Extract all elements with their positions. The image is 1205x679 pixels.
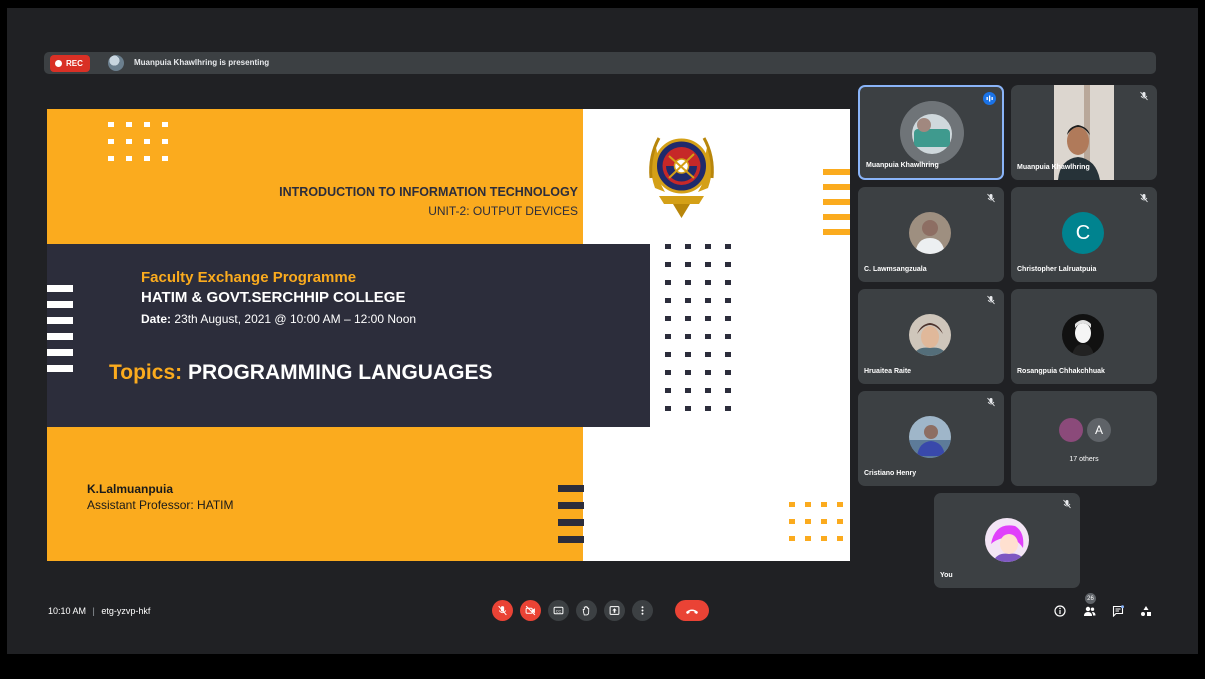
meeting-code: etg-yzvp-hkf — [101, 606, 151, 616]
slide-topics-value: PROGRAMMING LANGUAGES — [182, 361, 493, 384]
end-call-button[interactable] — [675, 600, 709, 621]
camera-off-icon — [525, 605, 536, 616]
people-icon — [1084, 606, 1096, 616]
present-screen-icon — [609, 606, 620, 615]
decor-stripes-white — [47, 285, 73, 372]
activities-icon — [1140, 605, 1151, 616]
slide-colleges: HATIM & GOVT.SERCHHIP COLLEGE — [141, 289, 406, 306]
participant-tile[interactable]: Hruaitea Raite — [858, 289, 1004, 384]
slide-presenter-name: K.Lalmuanpuia — [87, 482, 174, 496]
slide-date-label: Date: — [141, 312, 172, 326]
avatar: A — [1087, 418, 1111, 442]
mic-off-icon — [1140, 193, 1148, 203]
shared-slide: INTRODUCTION TO INFORMATION TECHNOLOGY U… — [47, 109, 850, 561]
captions-icon: CC — [553, 606, 564, 615]
captions-button[interactable]: CC — [548, 600, 569, 621]
avatar — [1059, 418, 1083, 442]
presentation-banner: REC Muanpuia Khawlhring is presenting — [44, 52, 1156, 74]
recording-label: REC — [66, 59, 83, 68]
participant-tile[interactable]: C. Lawmsangzuala — [858, 187, 1004, 282]
meeting-separator: | — [92, 606, 95, 616]
slide-topics-label: Topics: — [109, 361, 183, 384]
presenting-text: Muanpuia Khawlhring is presenting — [134, 58, 270, 67]
slide-event: Faculty Exchange Programme — [141, 269, 357, 286]
participant-tile[interactable]: Cristiano Henry — [858, 391, 1004, 486]
avatar — [909, 212, 951, 254]
participant-name: Rosangpuia Chhakchhuak — [1017, 368, 1105, 375]
presenter-avatar — [108, 55, 124, 71]
meeting-details: 10:10 AM | etg-yzvp-hkf — [48, 606, 150, 616]
record-dot-icon — [55, 60, 62, 67]
decor-dots-orange — [789, 502, 843, 541]
camera-toggle-button[interactable] — [520, 600, 541, 621]
more-options-button[interactable] — [632, 600, 653, 621]
present-now-button[interactable] — [604, 600, 625, 621]
speaking-indicator-icon — [983, 92, 996, 105]
chat-button[interactable] — [1110, 603, 1125, 618]
participant-tile[interactable]: Muanpuia Khawlhring — [858, 85, 1004, 180]
others-tile[interactable]: A 17 others — [1011, 391, 1157, 486]
slide-subtitle: UNIT-2: OUTPUT DEVICES — [428, 204, 578, 218]
participant-name: Muanpuia Khawlhring — [866, 162, 939, 169]
more-options-icon — [641, 606, 644, 615]
mic-off-icon — [1063, 499, 1071, 509]
avatar — [900, 101, 964, 165]
slide-topics: Topics: PROGRAMMING LANGUAGES — [109, 361, 492, 385]
mic-off-icon — [987, 295, 995, 305]
mic-off-icon — [987, 193, 995, 203]
mic-off-icon — [987, 397, 995, 407]
mic-off-icon — [1140, 91, 1148, 101]
chat-icon — [1112, 604, 1124, 617]
participant-name: Hruaitea Raite — [864, 368, 912, 375]
people-button[interactable] — [1082, 603, 1097, 618]
slide-title: INTRODUCTION TO INFORMATION TECHNOLOGY — [279, 185, 578, 199]
recording-badge: REC — [50, 55, 90, 72]
decor-dots-white — [108, 122, 168, 161]
mic-off-icon — [498, 605, 507, 616]
others-count: 17 others — [1069, 456, 1099, 463]
screen: REC Muanpuia Khawlhring is presenting IN… — [0, 0, 1205, 679]
meeting-time: 10:10 AM — [48, 606, 87, 616]
info-icon — [1053, 604, 1066, 617]
slide-date-value: 23th August, 2021 @ 10:00 AM – 12:00 Noo… — [171, 312, 417, 326]
svg-text:CC: CC — [556, 609, 562, 613]
participant-tile[interactable]: Muanpuia Khawlhring — [1011, 85, 1157, 180]
mic-toggle-button[interactable] — [492, 600, 513, 621]
decor-dots-dark — [665, 244, 731, 411]
avatar — [909, 416, 951, 458]
college-emblem-logo — [649, 137, 714, 218]
slide-date: Date: 23th August, 2021 @ 10:00 AM – 12:… — [141, 312, 416, 326]
participant-tile[interactable]: Rosangpuia Chhakchhuak — [1011, 289, 1157, 384]
participant-name: You — [940, 572, 953, 579]
slide-presenter-role: Assistant Professor: HATIM — [87, 498, 234, 512]
raise-hand-icon — [582, 606, 590, 616]
participant-name: C. Lawmsangzuala — [864, 266, 927, 273]
avatar — [909, 314, 951, 356]
activities-button[interactable] — [1138, 603, 1153, 618]
participant-name: Cristiano Henry — [864, 470, 917, 477]
avatar — [985, 518, 1029, 562]
decor-stripes-orange — [823, 169, 850, 235]
self-tile[interactable]: You — [934, 493, 1080, 588]
participant-name: Christopher Lalruatpuia — [1017, 266, 1097, 273]
raise-hand-button[interactable] — [576, 600, 597, 621]
avatar — [1062, 314, 1104, 356]
avatar: C — [1062, 212, 1104, 254]
participant-name: Muanpuia Khawlhring — [1017, 164, 1090, 171]
decor-stripes-dark — [558, 485, 584, 543]
end-call-icon — [686, 609, 698, 614]
participant-tile[interactable]: C Christopher Lalruatpuia — [1011, 187, 1157, 282]
meeting-info-button[interactable] — [1052, 603, 1067, 618]
